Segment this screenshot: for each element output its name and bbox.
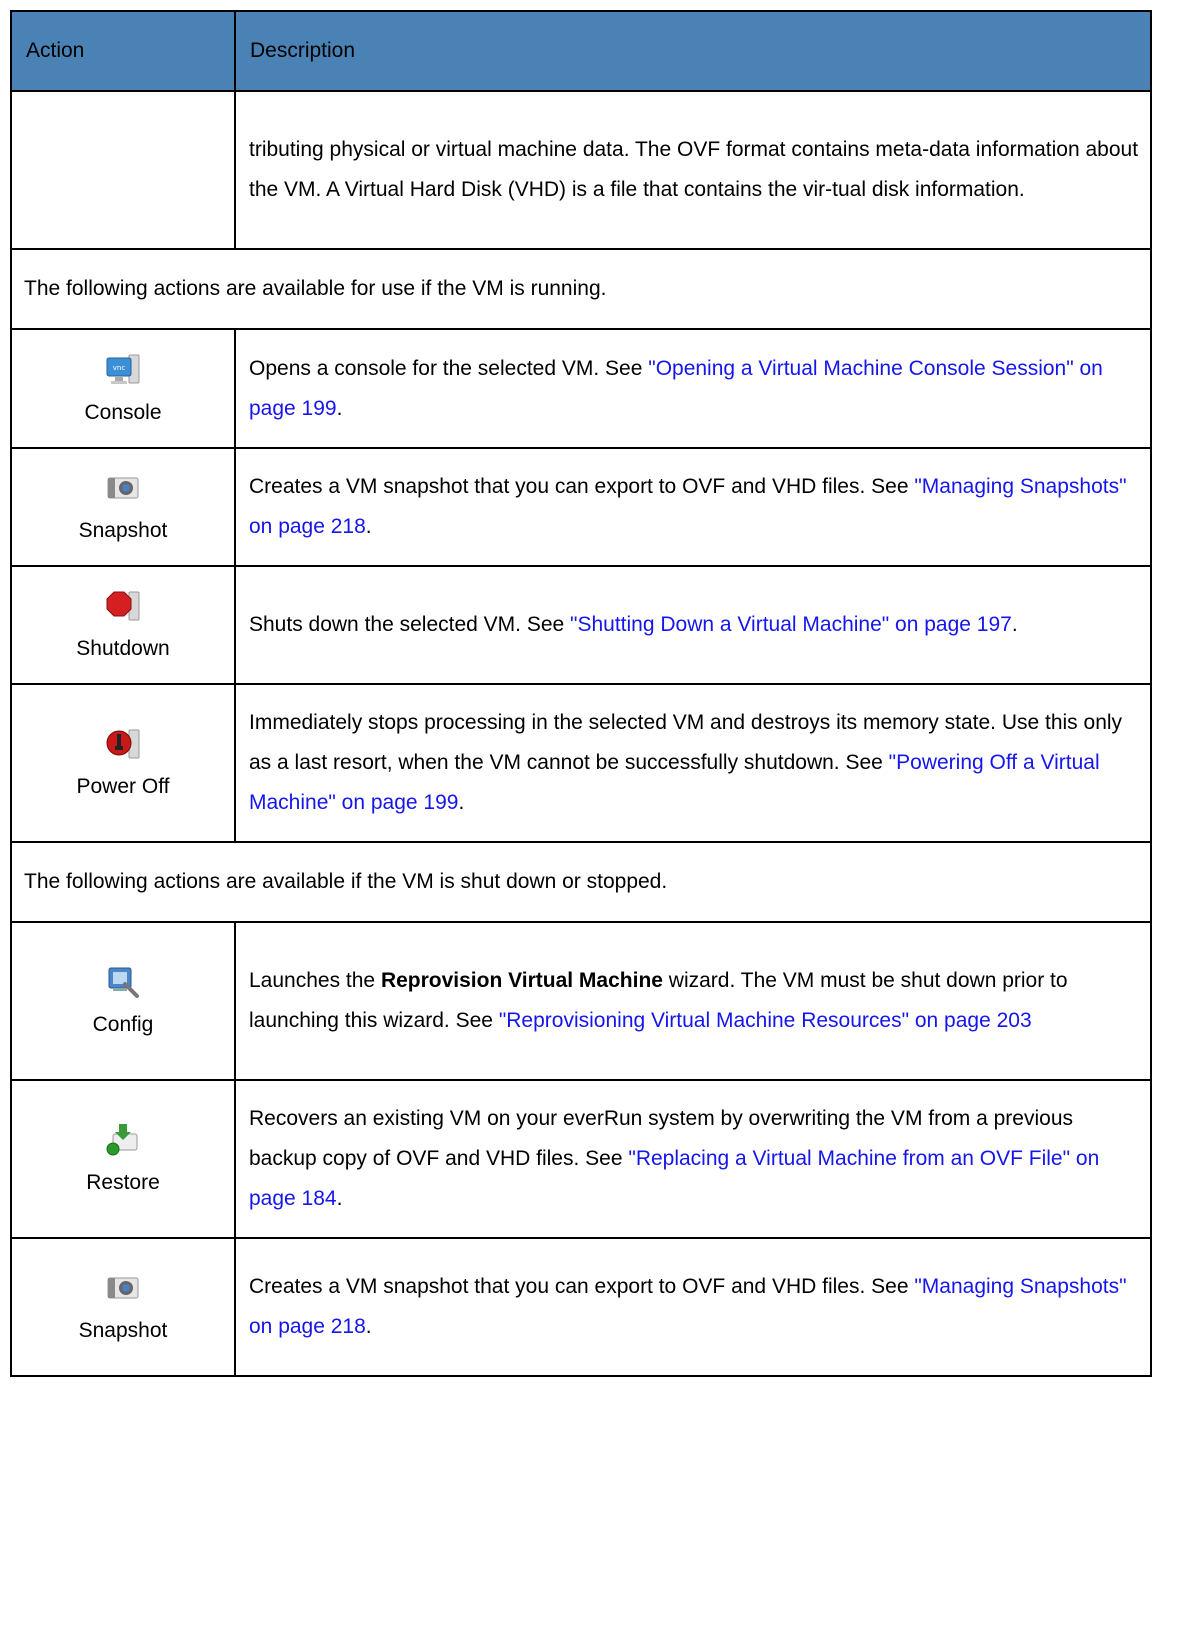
stopped-note: The following actions are available if t… [10, 841, 1152, 923]
link-shutting-down[interactable]: "Shutting Down a Virtual Machine" on pag… [570, 613, 1012, 636]
camera-snapshot-icon [107, 477, 139, 499]
table-row: tributing physical or virtual machine da… [10, 90, 1152, 250]
description-cell: Immediately stops processing in the sele… [234, 683, 1152, 843]
action-label-restore: Restore [86, 1171, 160, 1194]
empty-action-cell [10, 90, 236, 250]
table-row: Shutdown Shuts down the selected VM. See… [10, 565, 1152, 685]
description-cell: Creates a VM snapshot that you can expor… [234, 1237, 1152, 1377]
action-label-snapshot: Snapshot [78, 519, 168, 542]
header-action: Action [10, 10, 236, 92]
actions-table: Action Description tributing physical or… [10, 10, 1152, 1377]
description-cell: Opens a console for the selected VM. See… [234, 328, 1152, 449]
table-row: vnc Console Opens a console for the sele… [10, 328, 1152, 449]
action-cell: Power Off [10, 683, 236, 843]
action-label-console: Console [84, 400, 162, 424]
description-cell: Recovers an existing VM on your everRun … [234, 1079, 1152, 1239]
action-cell: Snapshot [10, 447, 236, 567]
section-note-row: The following actions are available for … [10, 248, 1152, 330]
action-label-snapshot: Snapshot [78, 1319, 168, 1342]
wizard-name: Reprovision Virtual Machine [380, 969, 663, 992]
description-cell: tributing physical or virtual machine da… [234, 90, 1152, 250]
link-reprovisioning[interactable]: "Reprovisioning Virtual Machine Resource… [499, 1009, 1032, 1032]
restore-download-icon [106, 1124, 138, 1156]
description-cell: Shuts down the selected VM. See "Shuttin… [234, 565, 1152, 685]
table-row: Restore Recovers an existing VM on your … [10, 1079, 1152, 1239]
stop-sign-icon [106, 591, 140, 621]
action-label-power-off: Power Off [76, 775, 170, 798]
description-text: tributing physical or virtual machine da… [249, 138, 1139, 201]
section-note-row: The following actions are available if t… [10, 841, 1152, 923]
table-row: Config Launches the Reprovision Virtual … [10, 921, 1152, 1081]
vnc-console-icon: vnc [106, 354, 140, 384]
action-cell: vnc Console [10, 328, 236, 449]
header-description: Description [234, 10, 1152, 92]
action-cell: Restore [10, 1079, 236, 1239]
table-row: Snapshot Creates a VM snapshot that you … [10, 1237, 1152, 1377]
running-note: The following actions are available for … [10, 248, 1152, 330]
camera-snapshot-icon [107, 1277, 139, 1299]
action-label-config: Config [92, 1013, 154, 1036]
table-row: Power Off Immediately stops processing i… [10, 683, 1152, 843]
description-cell: Creates a VM snapshot that you can expor… [234, 447, 1152, 567]
action-cell: Config [10, 921, 236, 1081]
power-plug-icon [106, 729, 140, 759]
action-cell: Snapshot [10, 1237, 236, 1377]
svg-text:vnc: vnc [113, 364, 126, 372]
action-cell: Shutdown [10, 565, 236, 685]
table-row: Snapshot Creates a VM snapshot that you … [10, 447, 1152, 567]
action-label-shutdown: Shutdown [76, 637, 170, 660]
config-wrench-icon [108, 967, 139, 998]
description-cell: Launches the Reprovision Virtual Machine… [234, 921, 1152, 1081]
table-header-row: Action Description [10, 10, 1152, 92]
